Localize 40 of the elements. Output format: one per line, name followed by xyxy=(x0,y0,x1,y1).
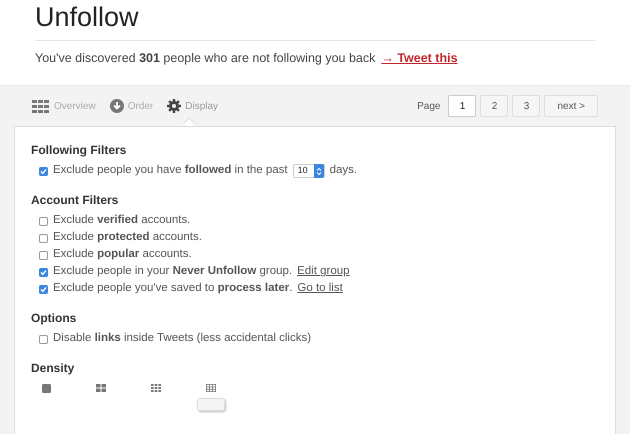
checkbox[interactable] xyxy=(39,268,48,276)
option-label: Disable links inside Tweets (less accidental clicks) xyxy=(53,331,312,346)
option-label: Exclude people in your Never Unfollow group. xyxy=(53,264,292,280)
option-label: days. xyxy=(330,163,358,178)
section-heading: Following Filters xyxy=(31,142,128,159)
option-link[interactable]: Edit group xyxy=(297,263,350,281)
section-heading: Density xyxy=(31,360,76,377)
stepper-arrows-icon[interactable] xyxy=(314,164,324,178)
section-heading: Account Filters xyxy=(31,192,120,209)
number-stepper[interactable]: 10 xyxy=(292,164,325,178)
checkbox[interactable] xyxy=(39,284,48,294)
option-link[interactable]: Go to list xyxy=(297,280,343,298)
checkbox[interactable] xyxy=(39,234,48,242)
square-icon xyxy=(42,384,50,392)
next-button[interactable]: next > xyxy=(544,95,598,117)
section-heading: Options xyxy=(31,310,78,327)
checkbox[interactable] xyxy=(39,166,48,176)
density-option[interactable] xyxy=(196,383,226,413)
option-label: Exclude protected accounts. xyxy=(53,230,202,246)
page-button[interactable]: 1 xyxy=(448,95,476,117)
slider-thumb[interactable] xyxy=(197,398,225,411)
page-button[interactable]: 3 xyxy=(512,95,540,117)
table-icon xyxy=(206,384,216,392)
gear-icon xyxy=(167,99,182,113)
option-label: Exclude popular accounts. xyxy=(53,247,192,262)
down-arrow-icon xyxy=(110,99,124,113)
checkbox[interactable] xyxy=(39,250,48,260)
nine-squares-icon xyxy=(151,384,161,392)
checkbox[interactable] xyxy=(39,334,48,344)
option-label: Exclude people you've saved to process later. xyxy=(53,281,292,296)
grid-icon xyxy=(32,100,50,112)
page-button[interactable]: 2 xyxy=(480,95,508,117)
summary-text: You've discovered 301 people who are not following you back xyxy=(35,50,376,67)
option-label: Exclude verified accounts. xyxy=(53,213,190,228)
checkbox[interactable] xyxy=(39,216,48,226)
page-label: Page xyxy=(417,100,440,114)
four-squares-icon xyxy=(96,384,106,392)
tweet-link[interactable]: → Tweet this xyxy=(381,49,458,68)
option-label: Exclude people you have followed in the past xyxy=(53,163,288,178)
page-title: Unfollow xyxy=(35,2,139,32)
